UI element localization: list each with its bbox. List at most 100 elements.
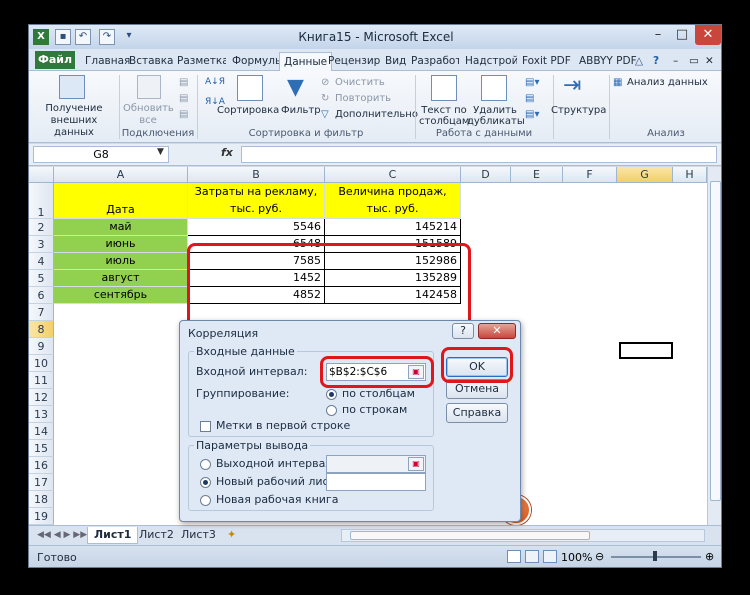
- cell-a1[interactable]: Дата: [54, 183, 188, 219]
- sheet-tab-3[interactable]: Лист3: [175, 527, 222, 544]
- col-header-f[interactable]: F: [563, 167, 617, 183]
- active-cell-g8[interactable]: [619, 342, 673, 359]
- new-sheet-name-field[interactable]: [326, 473, 426, 491]
- refresh-all-button[interactable]: Обновить все: [123, 103, 174, 127]
- tab-insert[interactable]: Вставка: [125, 52, 178, 71]
- radio-by-rows[interactable]: [326, 405, 337, 416]
- text-to-columns-button[interactable]: Текст по столбцам: [419, 105, 469, 127]
- outline-icon[interactable]: ⇥: [563, 73, 581, 98]
- sort-button[interactable]: Сортировка: [217, 105, 279, 116]
- workbook-minimize-icon[interactable]: –: [669, 52, 682, 71]
- vertical-scrollbar[interactable]: [707, 167, 721, 525]
- insert-sheet-icon[interactable]: ✦: [221, 527, 242, 544]
- minimize-icon[interactable]: –: [647, 25, 669, 45]
- external-data-button[interactable]: Получение внешних данных: [33, 103, 115, 139]
- remove-duplicates-button[interactable]: Удалить дубликаты: [467, 105, 525, 127]
- zoom-out-icon[interactable]: ⊖: [595, 550, 604, 563]
- edit-links-icon[interactable]: ▤: [179, 109, 188, 120]
- filter-button[interactable]: Фильтр: [281, 105, 321, 116]
- row-header-12[interactable]: 12: [29, 389, 54, 406]
- workbook-close-icon[interactable]: ✕: [701, 52, 718, 71]
- col-header-h[interactable]: H: [673, 167, 707, 183]
- row-header-5[interactable]: 5: [29, 270, 54, 287]
- minimize-ribbon-icon[interactable]: △: [631, 52, 647, 71]
- cell-b1[interactable]: Затраты на рекламу, тыс. руб.: [188, 183, 325, 219]
- clear-button[interactable]: Очистить: [335, 77, 385, 88]
- horizontal-scrollbar[interactable]: [341, 529, 705, 542]
- output-range-label[interactable]: Выходной интервал:: [216, 457, 336, 470]
- cell-a2[interactable]: май: [54, 219, 188, 236]
- outline-button[interactable]: Структура: [551, 105, 606, 116]
- cell-c2[interactable]: 145214: [325, 219, 461, 236]
- dialog-help-icon[interactable]: ?: [452, 323, 474, 339]
- help-button[interactable]: Справка: [446, 403, 508, 423]
- radio-by-columns[interactable]: [326, 389, 337, 400]
- external-data-icon[interactable]: [59, 75, 85, 99]
- new-sheet-label[interactable]: Новый рабочий лист:: [216, 475, 339, 488]
- row-header-15[interactable]: 15: [29, 440, 54, 457]
- col-header-b[interactable]: B: [188, 167, 325, 183]
- tab-developer[interactable]: Разработ: [407, 52, 459, 71]
- first-sheet-icon[interactable]: ◀◀ ◀ ▶ ▶▶: [31, 527, 93, 544]
- radio-new-workbook[interactable]: [200, 495, 211, 506]
- consolidate-icon[interactable]: ▤: [525, 93, 534, 104]
- tab-addins[interactable]: Надстрой: [461, 52, 517, 71]
- row-header-9[interactable]: 9: [29, 338, 54, 355]
- cell-a3[interactable]: июнь: [54, 236, 188, 253]
- row-header-8[interactable]: 8: [29, 321, 54, 338]
- row-header-6[interactable]: 6: [29, 287, 54, 304]
- reapply-icon[interactable]: ↻: [321, 93, 329, 104]
- text-to-columns-icon[interactable]: [431, 75, 457, 101]
- help-icon[interactable]: ?: [649, 52, 663, 71]
- zoom-slider-thumb[interactable]: [653, 551, 657, 561]
- page-break-view-icon[interactable]: [543, 550, 557, 563]
- tab-file[interactable]: Файл: [35, 51, 75, 69]
- row-header-7[interactable]: 7: [29, 304, 54, 321]
- close-window-icon[interactable]: ✕: [695, 25, 721, 45]
- data-validation-icon[interactable]: ▤▾: [525, 77, 539, 88]
- tab-page-layout[interactable]: Разметка с: [173, 52, 226, 71]
- row-header-1[interactable]: 1: [29, 183, 54, 219]
- filter-icon[interactable]: ▼: [287, 75, 304, 100]
- maximize-icon[interactable]: □: [671, 25, 693, 45]
- select-all-corner[interactable]: [29, 167, 54, 183]
- labels-first-row-label[interactable]: Метки в первой строке: [216, 419, 350, 432]
- cell-b2[interactable]: 5546: [188, 219, 325, 236]
- sheet-tab-2[interactable]: Лист2: [133, 527, 180, 544]
- tab-foxit[interactable]: Foxit PDF: [518, 52, 575, 71]
- new-workbook-label[interactable]: Новая рабочая книга: [216, 493, 338, 506]
- row-header-19[interactable]: 19: [29, 508, 54, 525]
- row-header-17[interactable]: 17: [29, 474, 54, 491]
- data-analysis-icon[interactable]: ▦: [613, 77, 622, 88]
- cell-a6[interactable]: сентябрь: [54, 287, 188, 304]
- row-header-11[interactable]: 11: [29, 372, 54, 389]
- col-header-e[interactable]: E: [511, 167, 563, 183]
- clear-icon[interactable]: ⊘: [321, 77, 329, 88]
- row-header-13[interactable]: 13: [29, 406, 54, 423]
- name-box-dropdown-icon[interactable]: ▼: [157, 147, 164, 157]
- tab-review[interactable]: Рецензиро: [324, 52, 380, 71]
- cell-a4[interactable]: июль: [54, 253, 188, 270]
- connections-small-icon[interactable]: ▤: [179, 77, 188, 88]
- col-header-c[interactable]: C: [325, 167, 461, 183]
- properties-icon[interactable]: ▤: [179, 93, 188, 104]
- col-header-g[interactable]: G: [617, 167, 673, 183]
- output-range-collapse-icon[interactable]: ▣: [408, 457, 424, 471]
- data-analysis-button[interactable]: Анализ данных: [627, 77, 708, 88]
- radio-output-range[interactable]: [200, 459, 211, 470]
- col-header-a[interactable]: A: [54, 167, 188, 183]
- row-header-10[interactable]: 10: [29, 355, 54, 372]
- refresh-all-icon[interactable]: [137, 75, 161, 99]
- normal-view-icon[interactable]: [507, 550, 521, 563]
- tab-view[interactable]: Вид: [381, 52, 410, 71]
- row-header-16[interactable]: 16: [29, 457, 54, 474]
- row-header-14[interactable]: 14: [29, 423, 54, 440]
- remove-duplicates-icon[interactable]: [481, 75, 507, 101]
- dialog-close-icon[interactable]: ✕: [478, 323, 516, 339]
- formula-input[interactable]: [241, 146, 717, 163]
- row-header-18[interactable]: 18: [29, 491, 54, 508]
- labels-first-row-checkbox[interactable]: [200, 421, 211, 432]
- cell-a5[interactable]: август: [54, 270, 188, 287]
- what-if-icon[interactable]: ▤▾: [525, 109, 539, 120]
- by-rows-label[interactable]: по строкам: [342, 403, 407, 416]
